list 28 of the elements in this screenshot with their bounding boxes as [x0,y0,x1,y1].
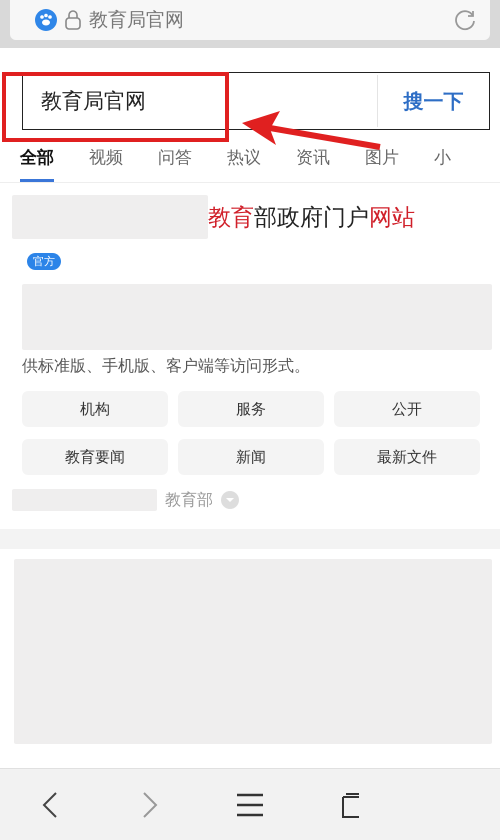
category-tab[interactable]: 小 [434,146,451,182]
category-tab[interactable]: 视频 [89,146,123,182]
sitelink-button[interactable]: 教育要闻 [22,439,168,475]
result-title[interactable]: 教育部政府门户网站 [208,202,415,232]
sitelink-button[interactable]: 服务 [178,391,324,427]
official-badge: 官方 [27,253,61,270]
sitelink-button[interactable]: 新闻 [178,439,324,475]
search-field[interactable]: 教育局官网 搜一下 [22,72,490,130]
category-tab[interactable]: 资讯 [296,146,330,182]
sitelink-button[interactable]: 最新文件 [334,439,480,475]
category-tab[interactable]: 图片 [365,146,399,182]
address-text: 教育局官网 [89,8,185,33]
category-tab[interactable]: 热议 [227,146,261,182]
source-text: 教育部 [165,490,213,510]
paw-logo-icon [35,9,57,31]
category-tab[interactable]: 问答 [158,146,192,182]
sitelink-button[interactable]: 公开 [334,391,480,427]
back-icon [42,790,58,818]
result-description: 供标准版、手机版、客户端等访问形式。 [22,356,311,377]
category-tab[interactable]: 全部 [20,146,54,182]
reload-icon[interactable] [454,9,476,31]
dropdown-icon[interactable] [221,491,239,509]
address-bar[interactable]: 教育局官网 [10,0,490,40]
tabs-icon [341,792,359,818]
forward-icon [142,790,158,818]
lock-icon [65,10,81,30]
menu-icon [236,792,264,816]
sitelink-button[interactable]: 机构 [22,391,168,427]
